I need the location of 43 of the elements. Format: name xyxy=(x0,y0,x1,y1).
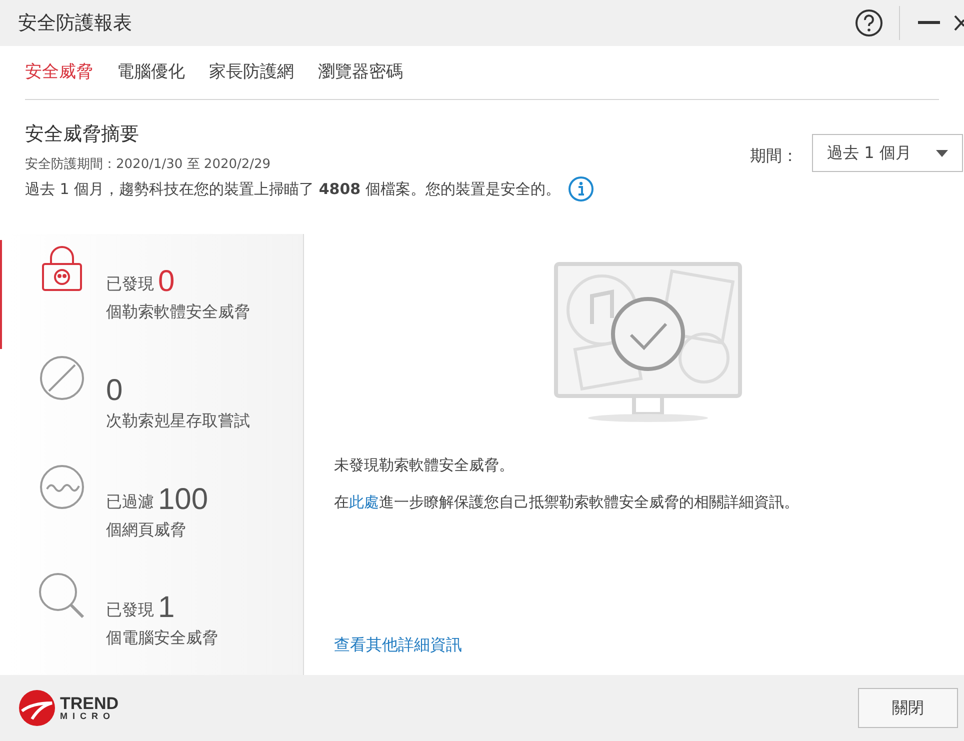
logo-text: TREND xyxy=(60,695,119,712)
help-icon[interactable] xyxy=(855,9,883,37)
close-icon[interactable] xyxy=(954,14,964,32)
tab[interactable]: 電腦優化 xyxy=(117,60,185,86)
stat-caption: 個電腦安全威脅 xyxy=(106,627,218,650)
no-threat-message: 未發現勒索軟體安全威脅。 xyxy=(334,455,515,476)
close-button[interactable]: 關閉 xyxy=(858,688,958,728)
stat-number: 0 xyxy=(158,266,175,298)
stat-item[interactable]: 已發現 1 個電腦安全威脅 xyxy=(0,566,303,675)
more-details-link[interactable]: 查看其他詳細資訊 xyxy=(334,633,462,657)
tab[interactable]: 瀏覽器密碼 xyxy=(318,60,403,86)
stat-number: 1 xyxy=(158,592,175,624)
protection-period-text: 安全防護期間：2020/1/30 至 2020/2/29 xyxy=(25,156,272,174)
stat-caption: 次勒索剋星存取嘗試 xyxy=(106,410,250,432)
wave-circle-icon xyxy=(39,464,85,510)
stat-number: 100 xyxy=(158,484,208,516)
stat-number: 0 xyxy=(106,374,123,407)
period-dropdown[interactable]: 過去 1 個月 xyxy=(812,134,963,172)
stat-caption: 個勒索軟體安全威脅 xyxy=(106,301,250,323)
stat-prefix: 已發現 xyxy=(106,599,154,622)
info-icon[interactable] xyxy=(568,176,594,202)
logo-subtext: MICRO xyxy=(60,712,116,721)
learn-more-text: 進一步瞭解保護您自己抵禦勒索軟體安全威脅的相關詳細資訊。 xyxy=(379,492,799,512)
period-label: 期間： xyxy=(750,145,798,167)
window-title: 安全防護報表 xyxy=(18,10,132,36)
tab[interactable]: 安全威脅 xyxy=(25,60,93,86)
tab[interactable]: 家長防護網 xyxy=(209,60,294,86)
padlock-icon xyxy=(41,246,83,292)
learn-more-text: 在 xyxy=(334,492,349,512)
stat-item[interactable]: 已發現 0 個勒索軟體安全威脅 xyxy=(0,240,303,349)
scan-summary-text: 過去 1 個月，趨勢科技在您的裝置上掃瞄了 4808 個檔案。您的裝置是安全的。 xyxy=(25,178,560,200)
caret-icon xyxy=(936,150,948,156)
here-link[interactable]: 此處 xyxy=(349,490,379,513)
search-icon xyxy=(38,572,86,620)
prohibited-icon xyxy=(39,354,85,401)
summary-heading: 安全威脅摘要 xyxy=(25,122,140,147)
stat-caption: 個網頁威脅 xyxy=(106,518,187,540)
stat-prefix: 已發現 xyxy=(106,273,154,295)
stat-item[interactable]: 已過濾 100 個網頁威脅 xyxy=(0,458,303,566)
stat-item[interactable]: 0 次勒索剋星存取嘗試 xyxy=(0,348,303,458)
minimize-icon[interactable] xyxy=(918,21,940,25)
stat-prefix: 已過濾 xyxy=(106,490,154,512)
logo-icon xyxy=(18,689,56,727)
